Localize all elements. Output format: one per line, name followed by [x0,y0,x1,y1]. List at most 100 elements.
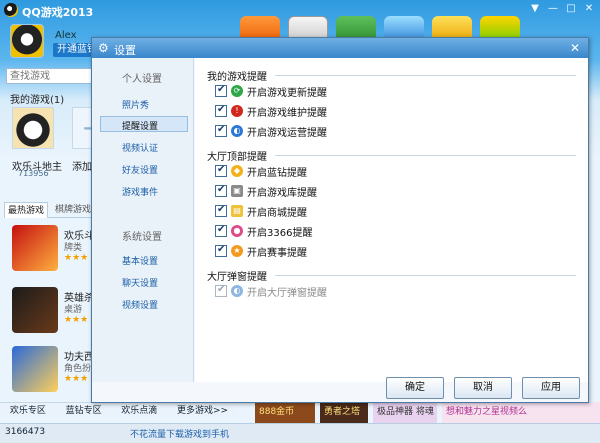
game-category: 角色扮 [64,364,92,374]
ad-banner[interactable]: 888金币 [255,402,315,423]
checkbox[interactable] [215,204,227,217]
settings-content: 我的游戏提醒 ⟳ 开启游戏更新提醒 ! 开启游戏维护提醒 ◐ 开启游戏运营提醒 … [195,58,588,382]
dialog-title: 设置 [114,44,136,57]
checkbox[interactable] [215,84,227,97]
checkbox[interactable] [215,224,227,237]
game-thumbnail [12,287,58,333]
operation-icon: ◐ [231,125,243,137]
checkbox-3366-reminder[interactable]: ● 开启3366提醒 [215,224,312,239]
maximize-icon[interactable]: □ [563,2,579,16]
section-system-settings: 系统设置 [122,232,162,243]
checkbox[interactable] [215,124,227,137]
diamond-icon: ◆ [231,165,243,177]
mobile-download-link[interactable]: 不花流量下载游戏到手机 [130,427,229,440]
settings-dialog: ⚙ 设置 ✕ 个人设置 照片秀 提醒设置 视频认证 好友设置 游戏事件 系统设置… [91,37,589,403]
link-happy-zone[interactable]: 欢乐专区 [10,403,46,418]
link-blue-diamond-zone[interactable]: 蓝钻专区 [66,403,102,418]
game-category: 牌类 [64,243,83,253]
list-item[interactable]: 英雄杀 桌游 ★★★ [12,287,98,339]
group-title: 大厅顶部提醒 [207,152,267,163]
group-title: 大厅弹窗提醒 [207,272,267,283]
window-controls: ▼ — □ ✕ [527,2,597,16]
close-icon[interactable]: ✕ [570,40,580,56]
event-icon: ★ [231,245,243,257]
search-input[interactable] [6,68,92,84]
add-game-label: 添加 [72,162,92,173]
checkbox-blue-diamond-reminder[interactable]: ◆ 开启蓝钻提醒 [215,164,307,179]
list-item[interactable]: 欢乐斗 牌类 ★★★ [12,225,98,277]
my-games-title: 我的游戏(1) [10,95,65,106]
game-category: 桌游 [64,305,83,315]
sidebar-item-photo-show[interactable]: 照片秀 [122,98,149,111]
ad-banner[interactable]: 想和魅力之星视频么 [442,402,600,423]
checkbox[interactable] [215,104,227,117]
star-rating: ★★★ [64,253,89,263]
group-divider [275,75,576,76]
menu-dropdown-icon[interactable]: ▼ [527,2,543,16]
option-label: 开启游戏库提醒 [247,187,317,199]
group-divider [275,275,576,276]
sidebar-item-basic-settings[interactable]: 基本设置 [122,254,158,267]
group-divider [275,155,576,156]
sidebar-item-reminder-settings[interactable]: 提醒设置 [122,119,158,132]
checkbox-game-library-reminder[interactable]: ▣ 开启游戏库提醒 [215,184,317,199]
checkbox-game-update-reminder[interactable]: ⟳ 开启游戏更新提醒 [215,84,327,99]
game-tabs: 最热游戏 棋牌游戏 [4,200,98,218]
tab-card-games[interactable]: 棋牌游戏 [52,202,94,218]
checkbox-mall-reminder[interactable]: ▤ 开启商城提醒 [215,204,307,219]
option-label: 开启游戏维护提醒 [247,107,327,119]
game-thumbnail [12,346,58,392]
option-label: 开启蓝钻提醒 [247,167,307,179]
cancel-button[interactable]: 取消 [454,377,512,399]
ad-banners: 888金币 勇者之塔 极品神器 将魂 想和魅力之星视频么 [255,402,600,423]
link-more-games[interactable]: 更多游戏>> [177,403,228,418]
sidebar-item-friend-settings[interactable]: 好友设置 [122,163,158,176]
user-name: Alex [55,30,77,41]
settings-sidebar: 个人设置 照片秀 提醒设置 视频认证 好友设置 游戏事件 系统设置 基本设置 聊… [92,58,194,382]
maintenance-icon: ! [231,105,243,117]
checkbox[interactable] [215,184,227,197]
tab-hot-games[interactable]: 最热游戏 [4,202,49,218]
link-happy-moments[interactable]: 欢乐点滴 [121,403,157,418]
game-thumbnail [12,225,58,271]
game-library-icon: ▣ [231,185,243,197]
app-title: QQ游戏2013 [22,6,94,19]
option-label: 开启赛事提醒 [247,247,307,259]
game-player-count: 713956 [18,169,49,178]
qq-logo-icon [4,3,18,17]
option-label: 开启游戏更新提醒 [247,87,327,99]
ad-banner[interactable]: 勇者之塔 [320,402,368,423]
group-title: 我的游戏提醒 [207,72,267,83]
option-label: 开启大厅弹窗提醒 [247,287,327,299]
gear-icon: ⚙ [98,41,109,55]
star-rating: ★★★ [64,315,89,325]
sidebar-item-game-events[interactable]: 游戏事件 [122,185,158,198]
option-label: 开启游戏运营提醒 [247,127,327,139]
option-label: 开启商城提醒 [247,207,307,219]
sidebar-item-video-settings[interactable]: 视频设置 [122,298,158,311]
popup-icon: ◐ [231,285,243,297]
checkbox-game-operation-reminder[interactable]: ◐ 开启游戏运营提醒 [215,124,327,139]
sidebar-item-chat-settings[interactable]: 聊天设置 [122,276,158,289]
list-item[interactable]: 功夫西 角色扮 ★★★ [12,346,98,398]
checkbox-lobby-popup-reminder: ◐ 开启大厅弹窗提醒 [215,284,327,299]
star-rating: ★★★ [64,374,89,384]
ok-button[interactable]: 确定 [386,377,444,399]
ad-banner[interactable]: 极品神器 将魂 [373,402,437,423]
minimize-icon[interactable]: — [545,2,561,16]
dialog-titlebar[interactable]: ⚙ 设置 ✕ [92,38,588,58]
close-icon[interactable]: ✕ [581,2,597,16]
avatar[interactable] [10,24,44,58]
status-bar: 3166473 不花流量下载游戏到手机 [0,423,600,443]
checkbox[interactable] [215,244,227,257]
apply-button[interactable]: 应用 [522,377,580,399]
checkbox-event-reminder[interactable]: ★ 开启赛事提醒 [215,244,307,259]
checkbox-game-maintenance-reminder[interactable]: ! 开启游戏维护提醒 [215,104,327,119]
bottom-links: 欢乐专区 蓝钻专区 欢乐点滴 更多游戏>> [0,402,238,418]
online-count: 3166473 [5,427,46,437]
mall-icon: ▤ [231,205,243,217]
dialog-footer: 确定 取消 应用 [92,377,588,402]
game-tile-doudizhu[interactable] [12,107,54,149]
checkbox[interactable] [215,164,227,177]
sidebar-item-video-verify[interactable]: 视频认证 [122,141,158,154]
